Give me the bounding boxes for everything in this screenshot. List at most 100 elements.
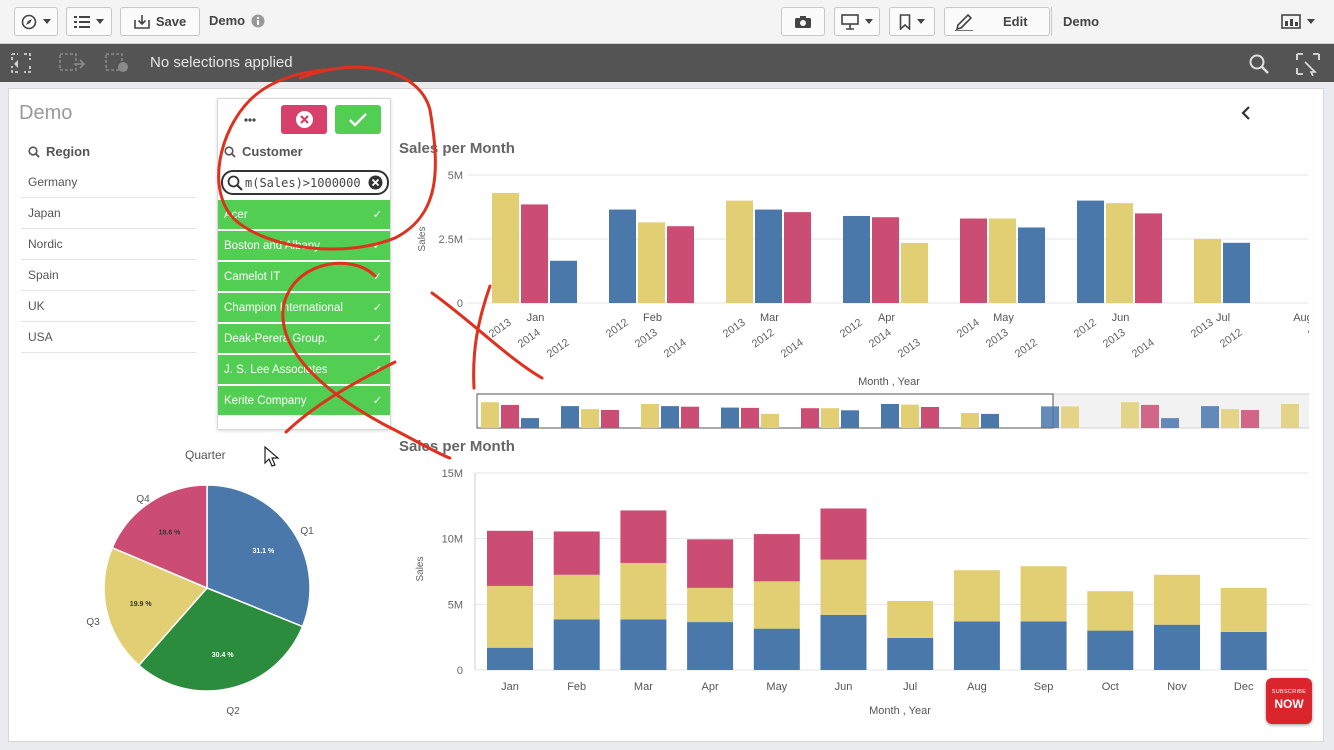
customer-item[interactable]: Kerite Company ✓ (218, 386, 390, 416)
x-tick-label: Sep (1034, 681, 1054, 693)
y-tick-label: 15M (442, 468, 463, 480)
minichart-bar (1161, 418, 1179, 428)
minichart-bar (1141, 404, 1159, 428)
sheet-name-label: Demo (1051, 7, 1266, 36)
minichart-bar (1241, 410, 1259, 428)
y-tick-label: 0 (457, 665, 463, 677)
x-tick-sublabel: 2012 (1013, 337, 1040, 361)
sheet-menu-button[interactable] (1273, 7, 1323, 36)
region-item[interactable]: Spain (21, 260, 196, 291)
x-tick-label: May (766, 681, 787, 693)
bookmark-menu-button[interactable] (889, 7, 935, 36)
x-tick-label: Aug (967, 681, 987, 693)
customer-filter-header[interactable]: Customer (224, 144, 303, 159)
check-icon: ✓ (372, 271, 382, 283)
selections-tool-icon[interactable] (1295, 52, 1321, 76)
subscribe-now-badge[interactable]: SUBSCRIBE NOW (1266, 678, 1312, 724)
stacked-bar-segment (1154, 574, 1200, 625)
pie-slice-value-label: 31.1 % (252, 548, 275, 555)
bar (1077, 200, 1104, 303)
bar (1194, 239, 1221, 303)
sales-per-month-stacked-chart[interactable]: 0 5M 10M 15M Sales Jan Feb Mar Apr May Jun Jul Aug Se… (389, 457, 1309, 719)
chevron-left-icon[interactable] (1240, 105, 1252, 121)
minichart-bar (681, 406, 699, 428)
region-item[interactable]: Nordic (21, 229, 196, 260)
chart-title: Sales per Month (399, 140, 515, 157)
customer-search-input[interactable]: m(Sales)>1000000 (221, 170, 389, 195)
stacked-bar-segment (1020, 566, 1067, 622)
check-icon: ✓ (372, 364, 382, 376)
smart-search-selection-icon[interactable] (10, 52, 34, 74)
clear-search-icon[interactable] (368, 175, 383, 190)
stacked-bar-segment (887, 637, 934, 670)
region-item[interactable]: Germany (21, 167, 196, 198)
minichart-bar (1061, 406, 1079, 428)
x-tick-label: Oct (1102, 681, 1119, 693)
x-tick-sublabel: 2013 (487, 317, 514, 341)
confirm-selection-button[interactable] (335, 105, 381, 134)
bar (1223, 242, 1250, 303)
x-tick-sublabel: 2012 (750, 327, 777, 351)
sales-per-month-grouped-chart[interactable]: 02.5M5MSales2013 2014 2012Jan 2012 2013 2014F… (389, 161, 1309, 431)
bar (872, 217, 899, 303)
customer-item-label: Kerite Company (224, 395, 307, 407)
search-icon[interactable] (1248, 53, 1270, 75)
region-item[interactable]: UK (21, 291, 196, 322)
minichart-bar (801, 408, 819, 428)
more-options-icon[interactable] (244, 116, 256, 124)
list-icon (74, 15, 90, 28)
stacked-bar-segment (1020, 621, 1067, 670)
x-tick-sublabel: 2013 (633, 327, 660, 351)
customer-item[interactable]: Acer ✓ (218, 200, 390, 230)
stacked-bar-segment (753, 628, 800, 670)
snapshot-button[interactable] (781, 7, 825, 36)
stacked-bar-segment (487, 647, 533, 670)
minichart-bar (521, 418, 539, 428)
region-item[interactable]: Japan (21, 198, 196, 229)
customer-item[interactable]: Champion International ✓ (218, 293, 390, 323)
app-title: Demo (209, 13, 265, 28)
edit-button[interactable]: Edit (944, 7, 1050, 36)
minichart-bar (901, 404, 919, 428)
step-back-icon[interactable] (58, 52, 86, 74)
top-toolbar: Save Demo Edit Demo (0, 0, 1334, 44)
stacked-bar-segment (1154, 624, 1200, 670)
quarter-pie-chart[interactable]: 31.1 % Q1 30.4 % Q2 19.9 % Q3 18.6 % Q4 (69, 474, 329, 724)
cancel-selection-button[interactable] (281, 105, 327, 134)
clear-all-selections-icon[interactable] (104, 52, 132, 74)
x-tick-label: Mar (760, 312, 779, 324)
customer-item-label: Deak-Perera Group. (224, 333, 328, 345)
customer-item[interactable]: Deak-Perera Group. ✓ (218, 324, 390, 354)
x-tick-label: Aug (1293, 312, 1309, 324)
stacked-bar-segment (953, 621, 1000, 670)
stacked-bar-segment (820, 559, 867, 615)
list-menu-button[interactable] (66, 7, 112, 36)
present-menu-button[interactable] (834, 7, 880, 36)
x-tick-sublabel: 2012 (604, 317, 631, 341)
customer-item[interactable]: Camelot IT ✓ (218, 262, 390, 292)
stacked-bar-segment (753, 534, 800, 582)
x-tick-sublabel: 2012 (838, 317, 865, 341)
pie-slice-value-label: 18.6 % (159, 529, 182, 536)
bar (667, 226, 694, 303)
bar (755, 209, 782, 303)
minichart-bar (661, 406, 679, 428)
minichart-bar (921, 407, 939, 428)
info-icon[interactable] (251, 14, 265, 28)
minichart-bar (761, 413, 779, 428)
customer-item[interactable]: J. S. Lee Associates ✓ (218, 355, 390, 385)
navigation-menu-button[interactable] (14, 7, 58, 36)
region-item-label: Germany (28, 175, 78, 189)
customer-item[interactable]: Boston and Albany ✓ (218, 231, 390, 261)
customer-item-label: Acer (224, 209, 248, 221)
region-item[interactable]: USA (21, 322, 196, 353)
x-tick-sublabel: 2012 (1218, 327, 1245, 351)
minichart-bar (601, 410, 619, 428)
x-tick-label: Feb (567, 681, 586, 693)
region-filter-header[interactable]: Region (28, 144, 90, 159)
x-tick-sublabel: 2013 (896, 337, 923, 361)
sheet-title: Demo (19, 102, 73, 124)
bar (960, 218, 987, 303)
save-button[interactable]: Save (120, 7, 200, 36)
bar (726, 200, 753, 303)
